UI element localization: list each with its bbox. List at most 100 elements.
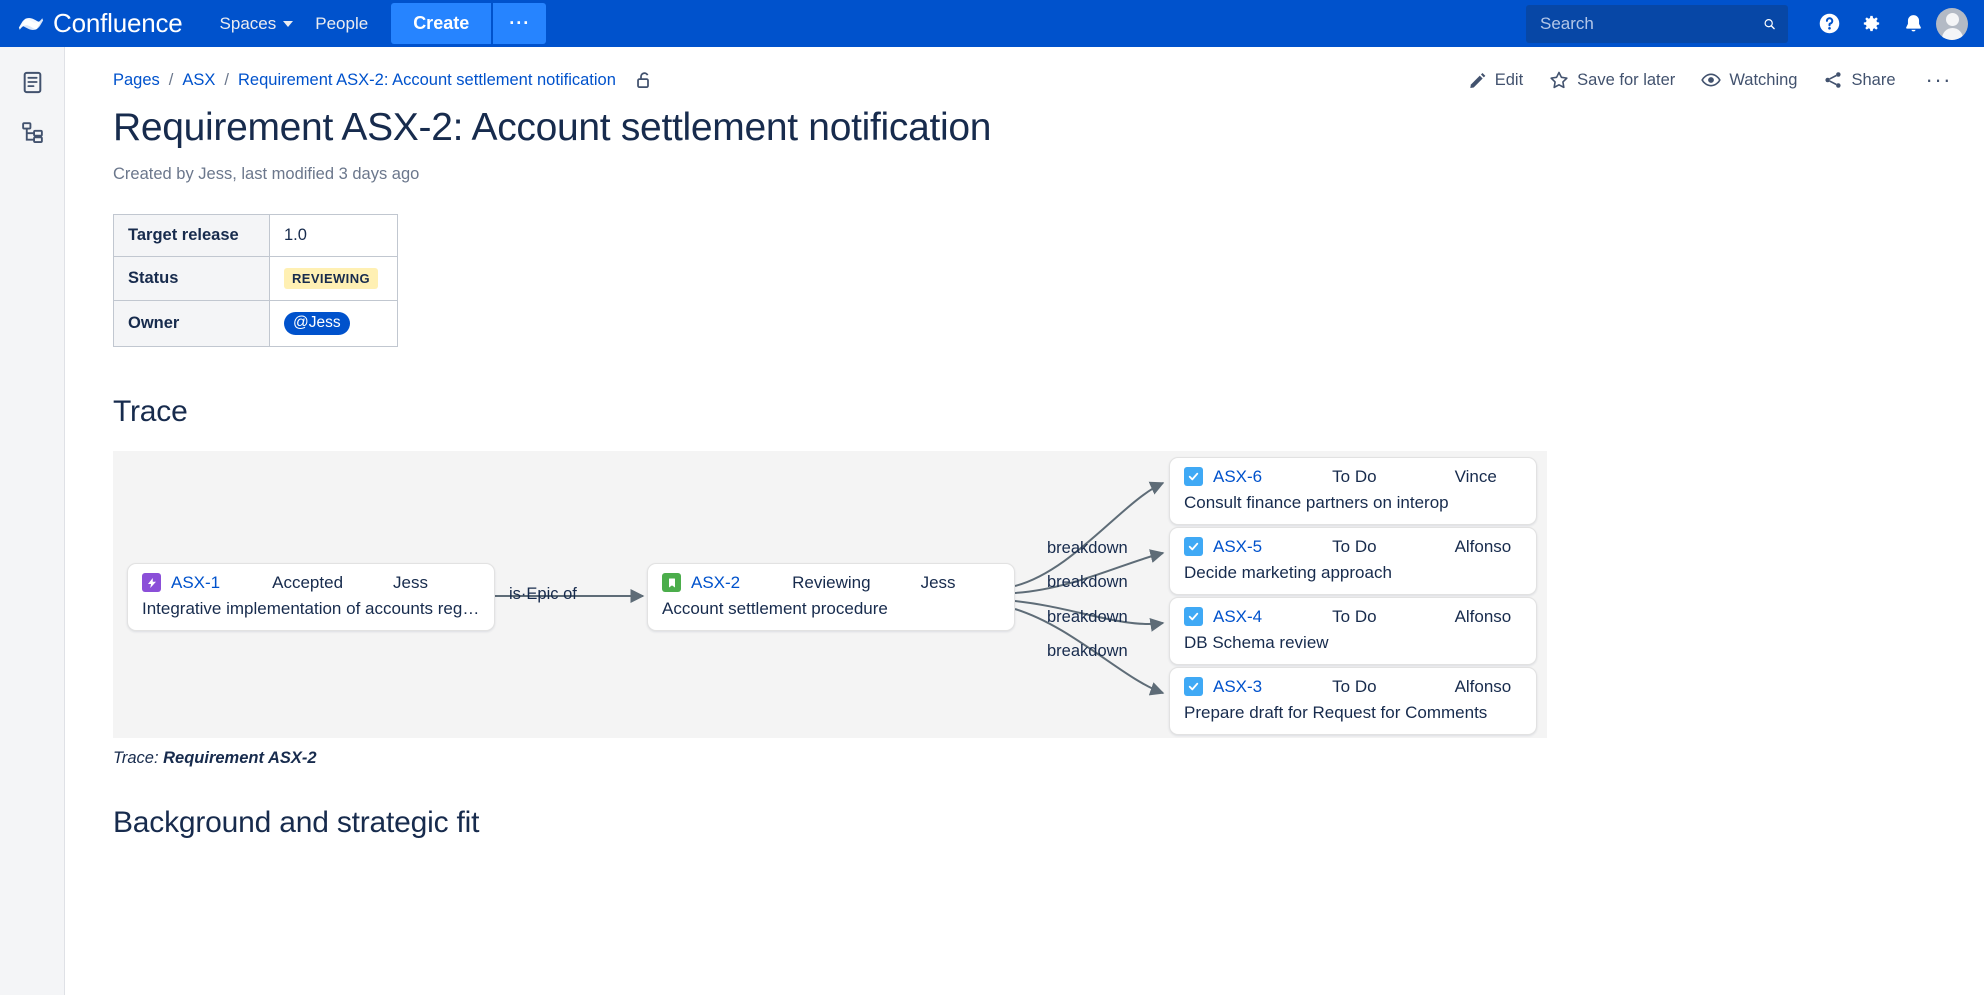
breadcrumb-current-page[interactable]: Requirement ASX-2: Account settlement no…	[238, 71, 616, 90]
unlock-icon	[634, 70, 655, 91]
issue-summary: Prepare draft for Request for Comments	[1184, 703, 1522, 723]
issue-summary: DB Schema review	[1184, 633, 1522, 653]
issue-assignee: Alfonso	[1455, 677, 1512, 697]
share-icon	[1823, 70, 1843, 90]
row-key-status: Status	[114, 256, 270, 300]
trace-node-header: ASX-5 To Do Alfonso	[1184, 537, 1522, 557]
search-icon[interactable]	[1763, 14, 1776, 34]
page-layout: Pages / ASX / Requirement ASX-2: Account…	[0, 47, 1984, 995]
breadcrumb: Pages / ASX / Requirement ASX-2: Account…	[113, 71, 616, 90]
page-properties-table: Target release 1.0 Status REVIEWING Owne…	[113, 214, 398, 347]
trace-node-asx-1[interactable]: ASX-1 Accepted Jess Integrative implemen…	[127, 563, 495, 631]
brand-name: Confluence	[53, 8, 183, 39]
bell-icon	[1902, 12, 1925, 35]
global-navigation-bar: Confluence Spaces People Create ···	[0, 0, 1984, 47]
sidebar-item-page-tree[interactable]	[11, 111, 53, 153]
trace-node-header: ASX-3 To Do Alfonso	[1184, 677, 1522, 697]
issue-status: To Do	[1332, 467, 1376, 487]
user-mention[interactable]: @Jess	[284, 312, 350, 335]
share-button[interactable]: Share	[1823, 70, 1895, 90]
share-label: Share	[1851, 71, 1895, 90]
trace-node-asx-2[interactable]: ASX-2 Reviewing Jess Account settlement …	[647, 563, 1015, 631]
trace-node-asx-5[interactable]: ASX-5 To Do Alfonso Decide marketing app…	[1169, 527, 1537, 595]
row-value-target-release: 1.0	[270, 214, 398, 256]
epic-type-icon	[142, 573, 161, 592]
page-content: Pages / ASX / Requirement ASX-2: Account…	[65, 47, 1984, 995]
page-tree-icon	[20, 70, 45, 95]
issue-assignee: Jess	[921, 573, 956, 593]
issue-key[interactable]: ASX-6	[1213, 467, 1262, 487]
page-actions: Edit Save for later Watching	[1468, 67, 1956, 93]
nav-people-label: People	[315, 14, 368, 34]
gear-icon	[1860, 12, 1883, 35]
edge-story-to-asx6	[1015, 483, 1163, 586]
edit-button[interactable]: Edit	[1468, 71, 1523, 90]
issue-key[interactable]: ASX-4	[1213, 607, 1262, 627]
save-for-later-button[interactable]: Save for later	[1549, 70, 1675, 90]
edge-label-breakdown-4: breakdown	[1047, 642, 1128, 661]
confluence-logo-icon	[18, 11, 44, 37]
sidebar-rail	[0, 47, 65, 995]
breadcrumb-pages[interactable]: Pages	[113, 71, 160, 90]
save-for-later-label: Save for later	[1577, 71, 1675, 90]
issue-key[interactable]: ASX-5	[1213, 537, 1262, 557]
trace-node-asx-6[interactable]: ASX-6 To Do Vince Consult finance partne…	[1169, 457, 1537, 525]
issue-key[interactable]: ASX-2	[691, 573, 740, 593]
star-icon	[1549, 70, 1569, 90]
trace-node-header: ASX-4 To Do Alfonso	[1184, 607, 1522, 627]
trace-node-asx-3[interactable]: ASX-3 To Do Alfonso Prepare draft for Re…	[1169, 667, 1537, 735]
trace-node-asx-4[interactable]: ASX-4 To Do Alfonso DB Schema review	[1169, 597, 1537, 665]
table-row: Status REVIEWING	[114, 256, 398, 300]
table-row: Target release 1.0	[114, 214, 398, 256]
breadcrumb-row: Pages / ASX / Requirement ASX-2: Account…	[113, 47, 1956, 91]
issue-assignee: Vince	[1455, 467, 1497, 487]
create-button[interactable]: Create	[391, 3, 491, 44]
story-type-icon	[662, 573, 681, 592]
issue-summary: Integrative implementation of accounts r…	[142, 599, 480, 619]
issue-key[interactable]: ASX-1	[171, 573, 220, 593]
row-key-target-release: Target release	[114, 214, 270, 256]
issue-status: Accepted	[272, 573, 343, 593]
edit-label: Edit	[1495, 71, 1523, 90]
section-heading-background: Background and strategic fit	[113, 806, 1956, 840]
section-heading-trace: Trace	[113, 395, 1956, 429]
page-title: Requirement ASX-2: Account settlement no…	[113, 105, 1956, 152]
settings-button[interactable]	[1852, 5, 1890, 43]
page-more-actions-button[interactable]: ···	[1922, 67, 1956, 93]
status-badge: REVIEWING	[284, 268, 378, 289]
issue-status: To Do	[1332, 607, 1376, 627]
edge-label-breakdown-3: breakdown	[1047, 608, 1128, 627]
row-key-owner: Owner	[114, 300, 270, 346]
pencil-icon	[1468, 71, 1487, 90]
notifications-button[interactable]	[1894, 5, 1932, 43]
global-nav-right-group	[1526, 5, 1968, 43]
nav-people[interactable]: People	[304, 7, 379, 41]
issue-status: To Do	[1332, 537, 1376, 557]
breadcrumb-space[interactable]: ASX	[182, 71, 215, 90]
page-restrictions-button[interactable]	[634, 70, 655, 91]
task-type-icon	[1184, 677, 1203, 696]
breadcrumb-separator-1: /	[169, 71, 174, 90]
sidebar-item-pages[interactable]	[11, 61, 53, 103]
edge-label-breakdown-2: breakdown	[1047, 573, 1128, 592]
confluence-home-link[interactable]: Confluence	[18, 8, 183, 39]
task-type-icon	[1184, 537, 1203, 556]
help-icon	[1818, 12, 1841, 35]
task-type-icon	[1184, 607, 1203, 626]
user-avatar[interactable]	[1936, 8, 1968, 40]
row-value-status: REVIEWING	[270, 256, 398, 300]
row-value-owner: @Jess	[270, 300, 398, 346]
breadcrumb-separator-2: /	[224, 71, 229, 90]
watching-button[interactable]: Watching	[1701, 70, 1797, 90]
search-input[interactable]	[1538, 13, 1763, 35]
trace-caption-target: Requirement ASX-2	[163, 749, 316, 767]
trace-caption-prefix: Trace:	[113, 749, 163, 767]
chevron-down-icon	[283, 21, 293, 27]
issue-key[interactable]: ASX-3	[1213, 677, 1262, 697]
search-box[interactable]	[1526, 5, 1788, 43]
create-more-button[interactable]: ···	[493, 3, 546, 44]
help-button[interactable]	[1810, 5, 1848, 43]
nav-spaces[interactable]: Spaces	[209, 7, 305, 41]
nav-spaces-label: Spaces	[220, 14, 277, 34]
issue-assignee: Jess	[393, 573, 428, 593]
